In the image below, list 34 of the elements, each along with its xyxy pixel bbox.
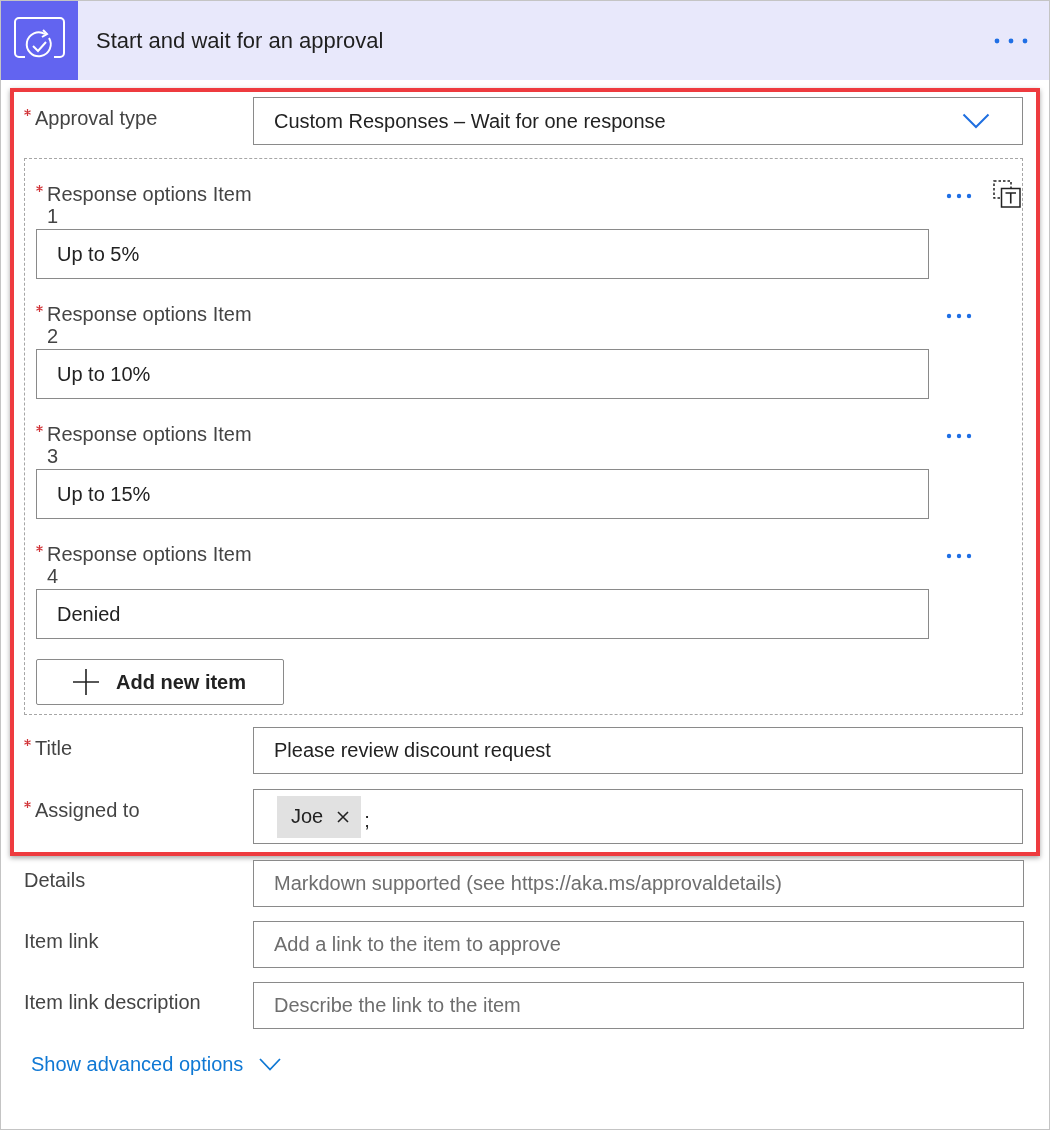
add-item-button[interactable]: Add new item: [36, 659, 284, 705]
field-label: Approval type: [35, 107, 158, 129]
field-label: Response options Item 2: [47, 303, 253, 347]
field-label: Response options Item 3: [47, 423, 253, 467]
remove-icon[interactable]: [337, 810, 350, 823]
field-label: Title: [35, 737, 73, 759]
card-title: Start and wait for an approval: [96, 27, 384, 54]
text-input[interactable]: Markdown supported (see https://aka.ms/approvaldetails): [253, 860, 1024, 907]
text-frame-icon[interactable]: [993, 180, 1021, 208]
more-options-icon[interactable]: [946, 433, 972, 439]
person-token[interactable]: Joe: [277, 795, 362, 838]
field-label: Response options Item 4: [47, 543, 253, 587]
text-input[interactable]: Up to 15%: [36, 469, 929, 519]
text-input[interactable]: Up to 10%: [36, 349, 929, 399]
text-input[interactable]: Up to 5%: [36, 229, 929, 279]
plus-icon: [72, 668, 100, 696]
approval-type-dropdown[interactable]: Custom Responses – Wait for one response: [253, 97, 1023, 145]
more-options-icon[interactable]: [946, 313, 972, 319]
more-options-icon[interactable]: [994, 37, 1028, 44]
text-input[interactable]: Describe the link to the item: [253, 982, 1024, 1029]
field-label: Response options Item 1: [47, 183, 253, 227]
people-input[interactable]: Joe ;: [253, 789, 1023, 844]
chevron-down-icon: [962, 113, 990, 129]
more-options-icon[interactable]: [946, 553, 972, 559]
field-label: Item link: [24, 930, 99, 952]
text-input[interactable]: Add a link to the item to approve: [253, 921, 1024, 968]
advanced-options-toggle[interactable]: Show advanced options: [31, 1053, 282, 1076]
field-label: Details: [24, 869, 86, 891]
more-options-icon[interactable]: [946, 193, 972, 199]
separator-text: ;: [364, 809, 370, 832]
text-input[interactable]: Please review discount request: [253, 727, 1023, 774]
field-label: Assigned to: [35, 799, 140, 821]
text-input[interactable]: Denied: [36, 589, 929, 639]
field-label: Item link description: [24, 991, 201, 1013]
